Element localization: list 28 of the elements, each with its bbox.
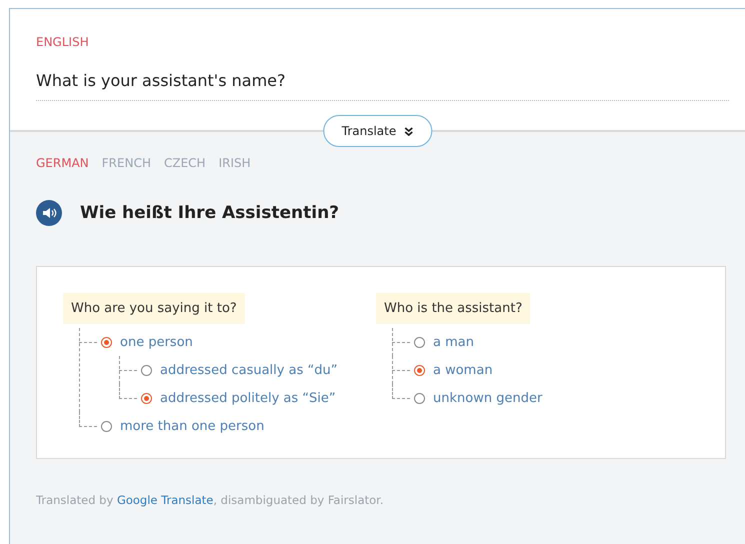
radio-button[interactable]	[414, 392, 425, 404]
translation-text: Wie heißt Ihre Assistentin?	[80, 203, 340, 223]
language-tab[interactable]: FRENCH	[102, 156, 151, 170]
language-tab[interactable]: CZECH	[164, 156, 206, 170]
question-label: Who is the assistant?	[376, 293, 530, 324]
question-label: Who are you saying it to?	[63, 293, 245, 324]
language-tab[interactable]: GERMAN	[36, 156, 89, 170]
google-translate-link[interactable]: Google Translate	[116, 493, 214, 507]
option-label[interactable]: a woman	[433, 362, 493, 378]
option-label[interactable]: addressed politely as “Sie”	[160, 390, 336, 406]
radio-button[interactable]	[414, 364, 425, 376]
option-label[interactable]: more than one person	[120, 418, 264, 434]
radio-button[interactable]	[141, 392, 152, 404]
radio-button[interactable]	[101, 336, 112, 348]
radio-button[interactable]	[101, 420, 112, 432]
translate-button[interactable]: Translate	[322, 115, 432, 147]
option-label[interactable]: one person	[120, 334, 193, 350]
radio-button[interactable]	[414, 336, 425, 348]
speaker-icon[interactable]	[36, 200, 62, 226]
double-chevron-icon	[404, 126, 414, 136]
language-tab[interactable]: IRISH	[218, 156, 251, 170]
option-label[interactable]: a man	[433, 334, 474, 350]
source-language: ENGLISH	[36, 35, 90, 49]
radio-button[interactable]	[141, 364, 152, 376]
source-field[interactable]: What is your assistant's name?	[36, 71, 729, 101]
option-label[interactable]: unknown gender	[433, 390, 542, 406]
option-label[interactable]: addressed casually as “du”	[160, 362, 338, 378]
attribution-text: Translated by Google Translate, disambiguated by Fairslator.	[36, 493, 384, 507]
